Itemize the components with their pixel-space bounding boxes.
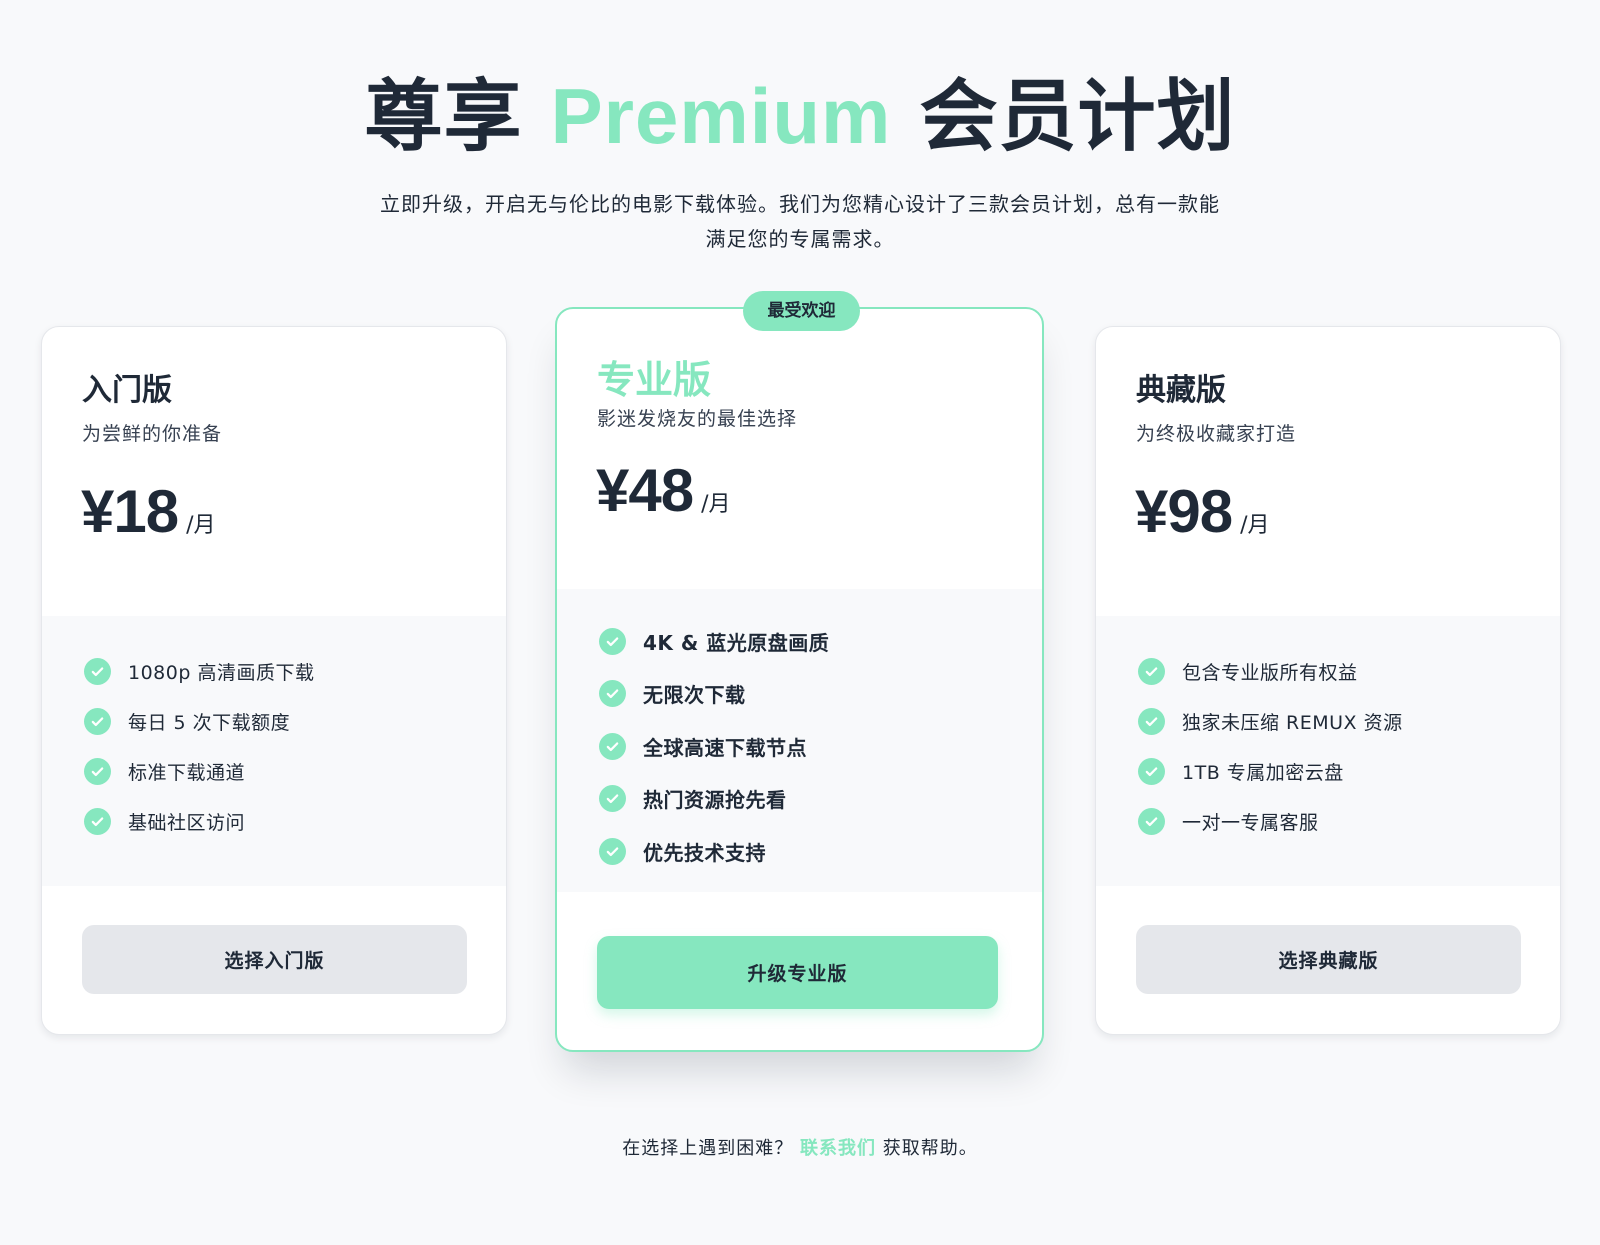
feature-text: 每日 5 次下载额度 [128, 711, 291, 734]
check-icon [1138, 757, 1165, 785]
check-icon [599, 732, 626, 760]
feature-text: 独家未压缩 REMUX 资源 [1182, 711, 1403, 734]
feature-text: 无限次下载 [643, 683, 746, 708]
select-collector-button[interactable]: 选择典藏版 [1136, 925, 1521, 994]
plan-card-pro: 最受欢迎 专业版 影迷发烧友的最佳选择 ¥48/月 4K & 蓝光原盘画质 无限… [555, 291, 1044, 1052]
check-icon [1138, 657, 1165, 685]
feature-text: 包含专业版所有权益 [1182, 661, 1358, 684]
check-icon [1138, 707, 1165, 735]
feature-list: 4K & 蓝光原盘画质 无限次下载 全球高速下载节点 热门资源抢先看 优先技术支… [557, 589, 1042, 892]
feature-text: 热门资源抢先看 [643, 788, 787, 813]
feature-item: 热门资源抢先看 [599, 773, 1042, 826]
check-icon [84, 757, 111, 785]
popular-badge: 最受欢迎 [743, 291, 860, 331]
plan-price: ¥48/月 [596, 456, 731, 525]
feature-list: 包含专业版所有权益 独家未压缩 REMUX 资源 1TB 专属加密云盘 一对一专… [1096, 616, 1560, 886]
contact-us-link[interactable]: 联系我们 [800, 1138, 876, 1159]
page-title: 尊享 Premium 会员计划 [0, 66, 1600, 167]
check-icon [599, 680, 626, 708]
upgrade-pro-button[interactable]: 升级专业版 [597, 936, 998, 1009]
price-amount: ¥18 [81, 478, 179, 545]
plan-price: ¥18/月 [81, 477, 216, 546]
pricing-page: 尊享 Premium 会员计划 立即升级，开启无与伦比的电影下载体验。我们为您精… [0, 0, 1600, 1245]
feature-item: 标准下载通道 [84, 746, 506, 796]
plan-card-starter: 入门版 为尝鲜的你准备 ¥18/月 1080p 高清画质下载 每日 5 次下载额… [41, 326, 507, 1035]
title-part-2: 会员计划 [891, 72, 1236, 162]
feature-text: 优先技术支持 [643, 840, 766, 865]
check-icon [599, 837, 626, 865]
feature-text: 标准下载通道 [128, 761, 246, 784]
feature-item: 无限次下载 [599, 668, 1042, 721]
price-amount: ¥98 [1135, 478, 1233, 545]
check-icon [84, 707, 111, 735]
plan-card-collector: 典藏版 为终极收藏家打造 ¥98/月 包含专业版所有权益 独家未压缩 REMUX… [1095, 326, 1561, 1035]
select-starter-button[interactable]: 选择入门版 [82, 925, 467, 994]
feature-item: 全球高速下载节点 [599, 720, 1042, 773]
feature-text: 全球高速下载节点 [643, 735, 807, 760]
feature-list: 1080p 高清画质下载 每日 5 次下载额度 标准下载通道 基础社区访问 [42, 616, 506, 886]
price-amount: ¥48 [596, 457, 694, 524]
feature-item: 基础社区访问 [84, 796, 506, 846]
feature-text: 1080p 高清画质下载 [128, 661, 315, 684]
feature-item: 独家未压缩 REMUX 资源 [1138, 696, 1560, 746]
price-unit: /月 [1240, 513, 1270, 538]
price-unit: /月 [186, 513, 216, 538]
feature-text: 基础社区访问 [128, 811, 246, 834]
feature-item: 1080p 高清画质下载 [84, 646, 506, 696]
plan-name: 专业版 [597, 358, 712, 402]
check-icon [599, 785, 626, 813]
plan-card-pro-body: 专业版 影迷发烧友的最佳选择 ¥48/月 4K & 蓝光原盘画质 无限次下载 全… [557, 309, 1042, 1050]
plan-name: 入门版 [82, 373, 172, 408]
feature-item: 4K & 蓝光原盘画质 [599, 615, 1042, 668]
feature-text: 1TB 专属加密云盘 [1182, 761, 1344, 784]
feature-item: 包含专业版所有权益 [1138, 646, 1560, 696]
check-icon [84, 657, 111, 685]
feature-text: 4K & 蓝光原盘画质 [643, 630, 830, 655]
title-accent: Premium [550, 72, 892, 160]
plan-price: ¥98/月 [1135, 477, 1270, 546]
title-part-1: 尊享 [364, 72, 551, 162]
check-icon [84, 807, 111, 835]
price-unit: /月 [701, 492, 731, 517]
feature-item: 优先技术支持 [599, 825, 1042, 878]
feature-text: 一对一专属客服 [1182, 811, 1319, 834]
feature-item: 1TB 专属加密云盘 [1138, 746, 1560, 796]
help-footer: 在选择上遇到困难？ 联系我们 获取帮助。 [0, 1134, 1600, 1160]
plan-description: 为终极收藏家打造 [1136, 423, 1297, 445]
footer-suffix: 获取帮助。 [876, 1138, 978, 1159]
feature-item: 每日 5 次下载额度 [84, 696, 506, 746]
feature-item: 一对一专属客服 [1138, 796, 1560, 846]
plan-name: 典藏版 [1136, 373, 1226, 408]
page-subtitle: 立即升级，开启无与伦比的电影下载体验。我们为您精心设计了三款会员计划，总有一款能… [380, 192, 1220, 251]
check-icon [599, 627, 626, 655]
hero-section: 尊享 Premium 会员计划 立即升级，开启无与伦比的电影下载体验。我们为您精… [0, 66, 1600, 257]
footer-prefix: 在选择上遇到困难？ [622, 1138, 800, 1159]
check-icon [1138, 807, 1165, 835]
plan-description: 影迷发烧友的最佳选择 [597, 408, 798, 430]
plan-description: 为尝鲜的你准备 [82, 423, 223, 445]
